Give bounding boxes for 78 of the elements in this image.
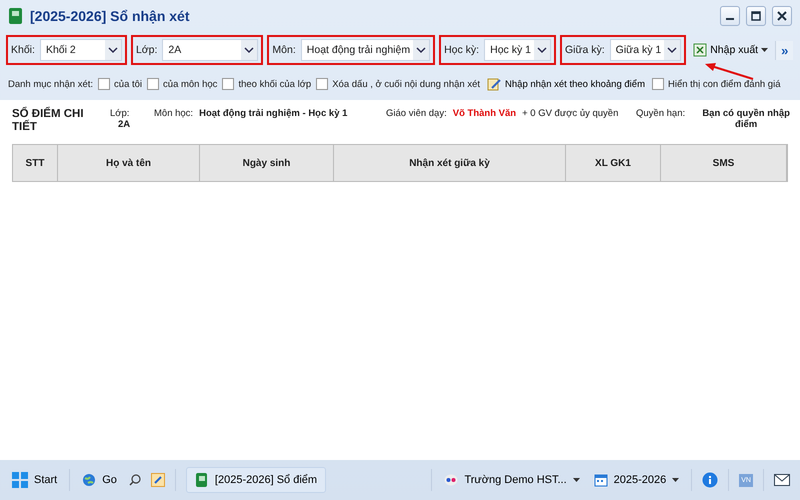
dots-icon — [444, 474, 458, 486]
checkbox-label: Xóa dấu , ở cuối nội dung nhận xét — [332, 78, 480, 90]
column-header: Ngày sinh — [200, 145, 334, 181]
rights-label: Quyền hạn: — [636, 108, 686, 121]
taskbar-window-button[interactable]: [2025-2026] Sổ điểm — [186, 467, 326, 493]
options-label: Danh mục nhận xét: — [8, 78, 94, 90]
filter-label: Học kỳ: — [444, 44, 480, 56]
caret-icon — [664, 40, 680, 60]
year-selector[interactable]: 2025-2026 — [592, 471, 682, 489]
spreadsheet-icon — [693, 43, 708, 57]
globe-icon — [82, 473, 96, 487]
maximize-icon — [751, 11, 761, 21]
filter-select[interactable]: Khối 2 — [40, 39, 122, 61]
import-export-button[interactable]: Nhập xuất — [690, 41, 772, 59]
go-button[interactable]: Go — [80, 471, 119, 489]
subject-label: Môn học: — [154, 108, 194, 119]
teacher-name: Võ Thành Văn — [452, 108, 516, 119]
rights-value: Bạn có quyền nhập điểm — [701, 108, 791, 130]
filter-label: Lớp: — [136, 44, 158, 56]
caret-icon — [104, 40, 121, 60]
class-value: 2A — [117, 119, 132, 130]
column-header: XL GK1 — [566, 145, 661, 181]
book-icon — [194, 472, 209, 488]
minimize-button[interactable] — [720, 6, 740, 26]
subject-value: Hoạt động trải nghiệm - Học kỳ 1 — [199, 108, 348, 119]
search-icon[interactable] — [128, 474, 141, 486]
section-title: SỔ ĐIỂM CHI TIẾT — [12, 108, 85, 134]
checkbox[interactable]: của tôi — [98, 78, 142, 90]
clipboard-icon[interactable] — [150, 473, 165, 487]
checkbox[interactable]: Xóa dấu , ở cuối nội dung nhận xét — [316, 78, 480, 90]
checkbox[interactable]: của môn học — [147, 78, 218, 90]
caret-icon — [413, 40, 430, 60]
checkbox[interactable]: Hiển thị con điểm đánh giá — [652, 78, 780, 90]
caret-icon — [761, 48, 768, 52]
filter-label: Giữa kỳ: — [564, 44, 605, 56]
filter-select[interactable]: Học kỳ 1 — [484, 39, 551, 61]
close-button[interactable] — [772, 6, 792, 26]
checkbox-label: Hiển thị con điểm đánh giá — [668, 78, 780, 90]
filter-label: Khối: — [11, 44, 35, 56]
column-header: STT — [13, 145, 58, 181]
class-label: Lớp: — [110, 108, 130, 119]
checkbox-box[interactable] — [98, 78, 110, 90]
mail-icon[interactable] — [774, 474, 790, 486]
minimize-icon — [725, 18, 735, 20]
column-header: Họ và tên — [58, 145, 200, 181]
checkbox-box[interactable] — [147, 78, 160, 90]
column-header: Nhận xét giữa kỳ — [334, 145, 566, 181]
more-button[interactable]: » — [775, 40, 794, 60]
checkbox-box[interactable] — [222, 78, 234, 90]
start-button[interactable]: Start — [10, 470, 60, 490]
checkbox-label: của môn học — [163, 78, 218, 90]
book-icon — [8, 7, 24, 25]
caret-icon — [534, 40, 550, 60]
teacher-extra: + 0 GV được ủy quyền — [522, 108, 618, 119]
maximize-button[interactable] — [746, 6, 766, 26]
filter-select[interactable]: Giữa kỳ 1 — [610, 39, 682, 61]
range-comment-button[interactable]: Nhập nhận xét theo khoảng điểm — [485, 75, 647, 93]
column-header: SMS — [661, 145, 787, 181]
windows-icon — [12, 472, 28, 488]
close-icon — [777, 11, 787, 21]
window-title: [2025-2026] Sổ nhận xét — [30, 8, 191, 24]
caret-icon — [241, 40, 258, 60]
filter-label: Môn: — [272, 44, 296, 56]
checkbox[interactable]: theo khối của lớp — [222, 78, 312, 90]
caret-icon — [572, 478, 580, 482]
info-icon[interactable] — [702, 472, 718, 488]
filter-select[interactable]: 2A — [162, 39, 258, 61]
caret-icon — [672, 478, 680, 482]
checkbox-label: theo khối của lớp — [238, 78, 312, 90]
school-selector[interactable]: Trường Demo HST... — [442, 472, 582, 488]
teacher-label: Giáo viên dạy: — [386, 108, 447, 119]
calendar-icon — [594, 473, 608, 487]
filter-select[interactable]: Hoạt động trải nghiệm — [300, 39, 430, 61]
pencil-note-icon — [487, 77, 502, 91]
checkbox-box[interactable] — [316, 78, 328, 90]
checkbox-label: của tôi — [114, 78, 142, 90]
checkbox-box[interactable] — [652, 78, 664, 90]
annotation-arrow — [704, 62, 754, 80]
